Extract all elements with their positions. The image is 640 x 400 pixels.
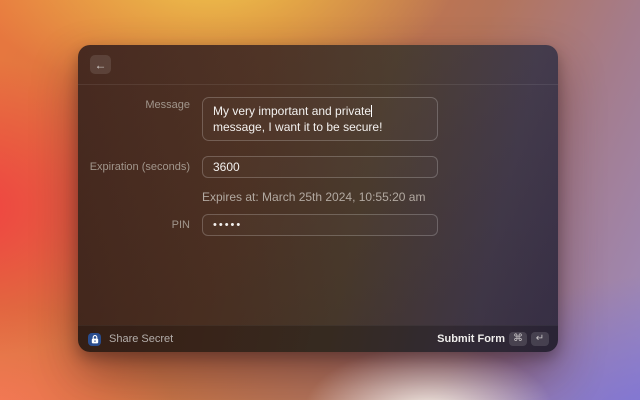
return-key-icon: ↵ bbox=[531, 332, 549, 346]
submit-form-button[interactable]: Submit Form ⌘ ↵ bbox=[437, 332, 549, 346]
expires-at-text: Expires at: March 25th 2024, 10:55:20 am bbox=[202, 190, 426, 204]
message-textarea[interactable]: My very important and private message, I… bbox=[202, 97, 438, 141]
expiration-row: Expiration (seconds) 3600 bbox=[78, 156, 558, 178]
command-key-icon: ⌘ bbox=[509, 332, 527, 346]
back-arrow-icon: ← bbox=[94, 57, 107, 72]
window-header: ← bbox=[78, 45, 558, 85]
expires-at-row: Expires at: March 25th 2024, 10:55:20 am bbox=[78, 190, 558, 204]
app-identity: Share Secret bbox=[88, 332, 174, 346]
pin-input[interactable]: ••••• bbox=[202, 214, 438, 236]
submit-form-label: Submit Form bbox=[437, 333, 505, 345]
action-bar: Share Secret Submit Form ⌘ ↵ bbox=[78, 325, 558, 352]
message-label: Message bbox=[145, 99, 190, 111]
expiration-label: Expiration (seconds) bbox=[89, 161, 190, 173]
pin-row: PIN ••••• bbox=[78, 214, 558, 236]
lock-icon bbox=[88, 332, 101, 346]
back-button[interactable]: ← bbox=[90, 55, 111, 74]
message-row: Message My very important and private me… bbox=[78, 97, 558, 141]
app-title: Share Secret bbox=[109, 333, 174, 345]
text-caret bbox=[371, 105, 373, 117]
pin-label: PIN bbox=[171, 219, 190, 231]
expiration-input[interactable]: 3600 bbox=[202, 156, 438, 178]
message-text-after-caret: message, I want it to be secure! bbox=[213, 120, 383, 134]
lock-glyph bbox=[91, 334, 98, 343]
share-secret-window: ← Message My very important and private … bbox=[78, 45, 558, 352]
form-body: Message My very important and private me… bbox=[78, 85, 558, 236]
message-text-before-caret: My very important and private bbox=[213, 104, 372, 118]
